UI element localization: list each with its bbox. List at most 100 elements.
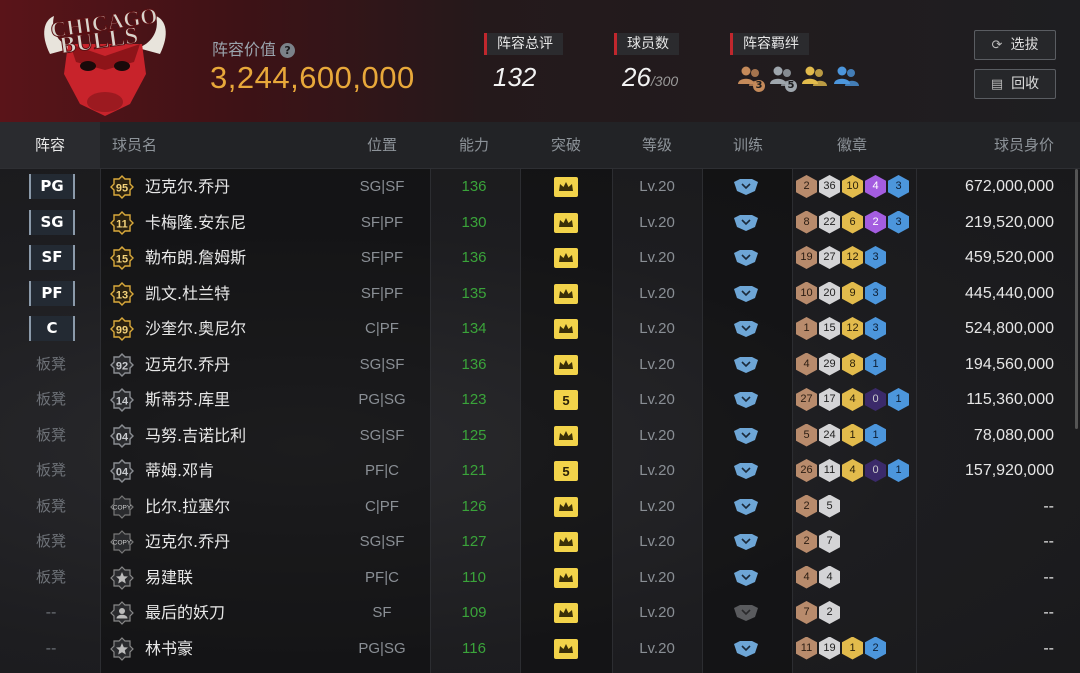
badge-list[interactable]: 27 17 4 0 1	[796, 388, 911, 412]
breakthrough-level-icon[interactable]: 5	[554, 461, 578, 481]
table-row[interactable]: C 99 沙奎尔.奥尼尔 C|PF 134 Lv.20 1 15 12 3 524,800,000	[0, 311, 1080, 347]
training-icon[interactable]	[733, 498, 759, 515]
player-name[interactable]: 蒂姆.邓肯	[145, 453, 214, 489]
training-icon[interactable]	[733, 356, 759, 373]
training-icon[interactable]	[733, 605, 759, 621]
player-name[interactable]: 迈克尔.乔丹	[145, 169, 230, 205]
lineup-slot-badge[interactable]: SF	[29, 245, 75, 270]
lineup-slot-label[interactable]: 板凳	[22, 418, 80, 454]
recycle-button[interactable]: ▤ 回收	[974, 69, 1056, 99]
draft-button[interactable]: ⟳ 选拔	[974, 30, 1056, 60]
header-lineup[interactable]: 阵容	[0, 122, 100, 168]
header-value[interactable]: 球员身价	[920, 122, 1054, 168]
table-row[interactable]: SG 11 卡梅隆.安东尼 SF|PF 130 Lv.20 8 22 6 2 3 219,520,00…	[0, 205, 1080, 241]
bond-people-icon[interactable]	[833, 64, 861, 90]
bond-people-icon[interactable]	[801, 64, 829, 90]
table-row[interactable]: 板凳 04 马努.吉诺比利 SG|SF 125 Lv.20 5 24 1 1 78,080,000	[0, 418, 1080, 454]
table-row[interactable]: SF 15 勒布朗.詹姆斯 SF|PF 136 Lv.20 19 27 12 3 459,520,0…	[0, 240, 1080, 276]
breakthrough-crown-icon[interactable]	[554, 638, 578, 659]
player-name[interactable]: 最后的妖刀	[145, 595, 225, 631]
training-icon[interactable]	[733, 214, 759, 231]
training-icon[interactable]	[733, 179, 759, 195]
player-name[interactable]: 马努.吉诺比利	[145, 418, 246, 454]
player-name[interactable]: 斯蒂芬.库里	[145, 382, 230, 418]
badge-list[interactable]: 5 24 1 1	[796, 423, 888, 448]
training-icon[interactable]	[733, 285, 759, 302]
table-row[interactable]: PF 13 凯文.杜兰特 SF|PF 135 Lv.20 10 20 9 3 445,440,000	[0, 276, 1080, 312]
player-name[interactable]: 易建联	[145, 560, 193, 596]
table-row[interactable]: 板凳 COPY 比尔.拉塞尔 C|PF 126 Lv.20 2 5 --	[0, 489, 1080, 525]
breakthrough-crown-icon[interactable]	[554, 354, 578, 375]
lineup-slot-label[interactable]: 板凳	[22, 453, 80, 489]
table-row[interactable]: -- 最后的妖刀 SF 109 Lv.20 7 2 --	[0, 595, 1080, 631]
badge-list[interactable]: 11 19 1 2	[796, 636, 888, 661]
lineup-slot-badge[interactable]: PF	[29, 280, 75, 306]
lineup-slot-badge[interactable]: PG	[29, 174, 75, 199]
training-icon[interactable]	[733, 250, 759, 266]
lineup-slot-label[interactable]: 板凳	[22, 524, 80, 560]
header-level[interactable]: 等级	[614, 122, 700, 168]
badge-list[interactable]: 4 29 8 1	[796, 352, 888, 377]
lineup-slot-badge[interactable]: C	[29, 316, 75, 341]
badge-list[interactable]: 27	[796, 530, 842, 554]
breakthrough-crown-icon[interactable]	[554, 603, 578, 623]
table-row[interactable]: -- 林书豪 PG|SG 116 Lv.20 11 19 1 2 --	[0, 631, 1080, 667]
lineup-slot-label[interactable]: --	[22, 595, 80, 631]
table-row[interactable]: 板凳 易建联 PF|C 110 Lv.20 4 4 --	[0, 560, 1080, 596]
header-position[interactable]: 位置	[340, 122, 424, 168]
badge-list[interactable]: 19 27 12 3	[796, 246, 888, 270]
badge-list[interactable]: 8 22 6 2 3	[796, 210, 911, 235]
training-icon[interactable]	[733, 640, 759, 657]
help-icon[interactable]: ?	[280, 43, 296, 58]
training-icon[interactable]	[733, 463, 759, 479]
breakthrough-crown-icon[interactable]	[554, 532, 578, 552]
badge-list[interactable]: 10 20 9 3	[796, 281, 888, 306]
player-name[interactable]: 沙奎尔.奥尼尔	[145, 311, 246, 347]
lineup-slot-label[interactable]: --	[22, 631, 80, 667]
header-breakthrough[interactable]: 突破	[522, 122, 610, 168]
breakthrough-level-icon[interactable]: 5	[554, 390, 578, 410]
training-icon[interactable]	[733, 569, 759, 586]
badge-list[interactable]: 25	[796, 494, 842, 519]
badge-list[interactable]: 44	[796, 565, 842, 590]
player-name[interactable]: 迈克尔.乔丹	[145, 347, 230, 383]
training-icon[interactable]	[733, 534, 759, 550]
badge-list[interactable]: 72	[796, 601, 842, 625]
breakthrough-crown-icon[interactable]	[554, 248, 578, 268]
lineup-slot-badge[interactable]: SG	[29, 209, 75, 235]
player-name[interactable]: 林书豪	[145, 631, 193, 667]
lineup-slot-label[interactable]: 板凳	[22, 382, 80, 418]
breakthrough-crown-icon[interactable]	[554, 567, 578, 588]
badge-list[interactable]: 26 11 4 0 1	[796, 459, 911, 483]
table-row[interactable]: 板凳 14 斯蒂芬.库里 PG|SG 123 5 Lv.20 27 17 4 0 1 115,360,0…	[0, 382, 1080, 418]
badge-list[interactable]: 1 15 12 3	[796, 317, 888, 341]
training-icon[interactable]	[733, 321, 759, 337]
breakthrough-crown-icon[interactable]	[554, 177, 578, 197]
scrollbar[interactable]	[1075, 169, 1078, 429]
table-row[interactable]: 板凳 92 迈克尔.乔丹 SG|SF 136 Lv.20 4 29 8 1 194,560,000	[0, 347, 1080, 383]
header-training[interactable]: 训练	[704, 122, 792, 168]
breakthrough-crown-icon[interactable]	[554, 496, 578, 517]
lineup-slot-label[interactable]: 板凳	[22, 347, 80, 383]
breakthrough-crown-icon[interactable]	[554, 425, 578, 446]
table-row[interactable]: 板凳 04 蒂姆.邓肯 PF|C 121 5 Lv.20 26 11 4 0 1 157,920,000	[0, 453, 1080, 489]
training-icon[interactable]	[733, 392, 759, 408]
breakthrough-crown-icon[interactable]	[554, 212, 578, 233]
header-badges[interactable]: 徽章	[796, 122, 908, 168]
training-icon[interactable]	[733, 427, 759, 444]
breakthrough-crown-icon[interactable]	[554, 319, 578, 339]
badge-list[interactable]: 2 36 10 4 3	[796, 175, 911, 199]
player-name[interactable]: 凯文.杜兰特	[145, 276, 230, 312]
breakthrough-crown-icon[interactable]	[554, 283, 578, 304]
player-name[interactable]: 卡梅隆.安东尼	[145, 205, 246, 241]
player-name[interactable]: 勒布朗.詹姆斯	[145, 240, 246, 276]
bond-people-icon[interactable]: 3	[737, 64, 765, 92]
lineup-slot-label[interactable]: 板凳	[22, 560, 80, 596]
player-name[interactable]: 比尔.拉塞尔	[145, 489, 230, 525]
header-ability[interactable]: 能力	[430, 122, 518, 168]
table-row[interactable]: PG 95 迈克尔.乔丹 SG|SF 136 Lv.20 2 36 10 4 3 672,000,00…	[0, 169, 1080, 205]
table-row[interactable]: 板凳 COPY 迈克尔.乔丹 SG|SF 127 Lv.20 2 7 --	[0, 524, 1080, 560]
bond-people-icon[interactable]: 5	[769, 64, 797, 92]
lineup-slot-label[interactable]: 板凳	[22, 489, 80, 525]
player-name[interactable]: 迈克尔.乔丹	[145, 524, 230, 560]
